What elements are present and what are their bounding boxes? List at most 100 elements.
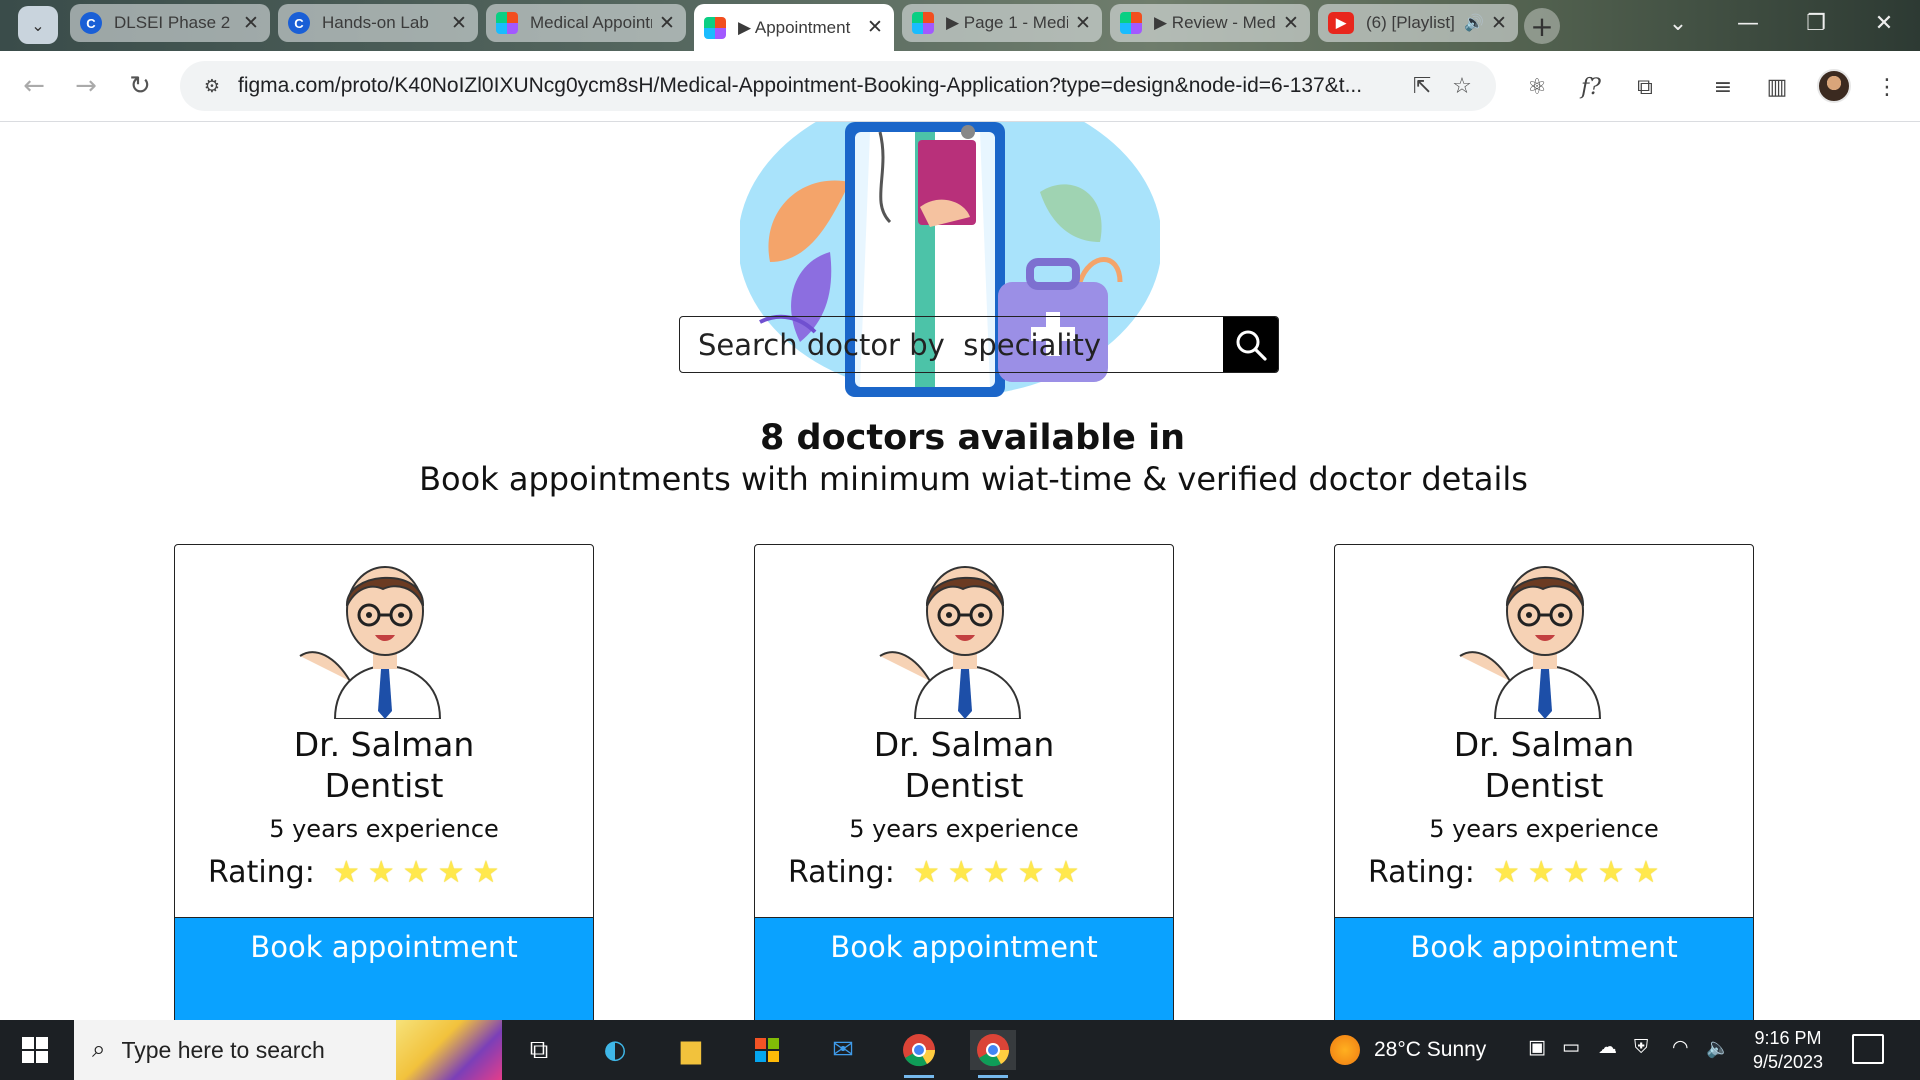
star-icon: ★ bbox=[947, 855, 975, 890]
minimize-button[interactable]: — bbox=[1728, 6, 1768, 40]
figma-icon bbox=[912, 12, 934, 34]
chrome-logo-icon bbox=[903, 1034, 936, 1067]
edge-browser-icon[interactable]: ◐ bbox=[592, 1030, 638, 1070]
react-devtools-icon[interactable]: ⚛ bbox=[1518, 69, 1556, 105]
browser-tab[interactable]: C DLSEI Phase 2 ✕ bbox=[70, 4, 270, 42]
volume-icon[interactable]: 🔈 bbox=[1706, 1036, 1730, 1059]
tab-title: ▶ Page 1 - Medical bbox=[946, 13, 1068, 32]
taskbar-search-placeholder: Type here to search bbox=[121, 1036, 325, 1063]
search-button[interactable] bbox=[1223, 317, 1278, 372]
back-button[interactable]: ← bbox=[14, 68, 54, 104]
doctors-count-heading: 8 doctors available in bbox=[760, 418, 1185, 458]
doctor-rating: Rating: ★ ★ ★ ★ ★ bbox=[1368, 855, 1659, 890]
search-icon bbox=[1236, 330, 1267, 361]
taskbar-search-box[interactable]: ⌕ Type here to search bbox=[74, 1020, 502, 1080]
browser-toolbar: ← → ↻ ⚙ figma.com/proto/K40NoIZl0IXUNcg0… bbox=[0, 51, 1920, 122]
share-icon[interactable]: ⇱ bbox=[1402, 74, 1442, 99]
search-input[interactable] bbox=[680, 317, 1223, 372]
url-text[interactable]: figma.com/proto/K40NoIZl0IXUNcg0ycm8sH/M… bbox=[238, 74, 1402, 98]
microsoft-store-icon[interactable] bbox=[744, 1030, 790, 1070]
kebab-menu-icon[interactable]: ⋮ bbox=[1868, 69, 1906, 105]
book-appointment-button[interactable]: Book appointment bbox=[1335, 917, 1753, 1020]
doctor-card: Dr. Salman Dentist 5 years experience Ra… bbox=[174, 544, 594, 1020]
book-appointment-button[interactable]: Book appointment bbox=[755, 917, 1173, 1020]
browser-tab[interactable]: C Hands-on Lab ✕ bbox=[278, 4, 478, 42]
bookmark-star-icon[interactable]: ☆ bbox=[1442, 74, 1482, 99]
chrome-icon[interactable] bbox=[970, 1030, 1016, 1078]
file-explorer-icon[interactable]: ▆ bbox=[668, 1030, 714, 1070]
font-extension-icon[interactable]: f? bbox=[1572, 69, 1610, 105]
clock-time: 9:16 PM bbox=[1754, 1028, 1822, 1048]
window-close-button[interactable]: ✕ bbox=[1864, 6, 1904, 40]
chrome-logo-icon bbox=[977, 1034, 1010, 1067]
forward-button[interactable]: → bbox=[66, 68, 106, 104]
prototype-page: 8 doctors available in Book appointments… bbox=[0, 122, 1920, 1020]
browser-tab[interactable]: ▶ Review - Medical ✕ bbox=[1110, 4, 1310, 42]
restore-button[interactable]: ❐ bbox=[1796, 6, 1836, 40]
windows-taskbar: ⌕ Type here to search ⧉ ◐ ▆ ✉ 28°C Sunny… bbox=[0, 1020, 1920, 1080]
doctor-experience: 5 years experience bbox=[849, 815, 1079, 843]
star-icon: ★ bbox=[1492, 855, 1520, 890]
notification-center-icon[interactable] bbox=[1852, 1034, 1884, 1064]
start-button[interactable] bbox=[0, 1020, 70, 1080]
figma-icon bbox=[1120, 12, 1142, 34]
doctor-search-bar bbox=[679, 316, 1279, 373]
close-icon[interactable]: ✕ bbox=[450, 12, 468, 35]
clock-date: 9/5/2023 bbox=[1752, 1052, 1824, 1072]
browser-tab[interactable]: ▶ Page 1 - Medical ✕ bbox=[902, 4, 1102, 42]
wifi-icon[interactable]: ◠ bbox=[1672, 1036, 1689, 1058]
mail-icon[interactable]: ✉ bbox=[820, 1030, 866, 1070]
doctor-experience: 5 years experience bbox=[1429, 815, 1659, 843]
tab-search-button[interactable]: ⌄ bbox=[18, 6, 58, 44]
rating-label: Rating: bbox=[208, 855, 315, 890]
close-icon[interactable]: ✕ bbox=[1074, 12, 1092, 35]
doctor-name: Dr. Salman bbox=[293, 725, 475, 764]
star-icon: ★ bbox=[1597, 855, 1625, 890]
new-tab-button[interactable]: + bbox=[1524, 8, 1560, 44]
task-view-icon[interactable]: ⧉ bbox=[516, 1030, 562, 1070]
chrome-icon[interactable] bbox=[896, 1030, 942, 1078]
browser-tab[interactable]: Medical Appointment ✕ bbox=[486, 4, 686, 42]
store-squares-icon bbox=[755, 1038, 779, 1062]
search-highlight-art bbox=[396, 1020, 502, 1080]
browser-tab[interactable]: ▶ (6) [Playlist] 🔊 ✕ bbox=[1318, 4, 1518, 42]
doctor-name: Dr. Salman bbox=[1453, 725, 1635, 764]
browser-tab-active[interactable]: ▶ Appointment ✕ bbox=[694, 4, 894, 51]
close-icon[interactable]: ✕ bbox=[866, 16, 884, 39]
profile-avatar[interactable] bbox=[1817, 69, 1851, 103]
doctor-card: Dr. Salman Dentist 5 years experience Ra… bbox=[754, 544, 1174, 1020]
address-bar[interactable]: ⚙ figma.com/proto/K40NoIZl0IXUNcg0ycm8sH… bbox=[180, 61, 1496, 111]
book-appointment-button[interactable]: Book appointment bbox=[175, 917, 593, 1020]
side-panel-icon[interactable]: ▥ bbox=[1758, 69, 1796, 105]
doctor-rating: Rating: ★ ★ ★ ★ ★ bbox=[208, 855, 499, 890]
meet-now-icon[interactable]: ▣ bbox=[1528, 1036, 1546, 1058]
plus-icon: + bbox=[1530, 9, 1554, 43]
doctor-speciality: Dentist bbox=[1484, 766, 1604, 805]
security-shield-icon[interactable]: ⛨ bbox=[1634, 1036, 1648, 1058]
star-icon: ★ bbox=[1052, 855, 1080, 890]
tab-title: DLSEI Phase 2 bbox=[114, 13, 231, 32]
site-info-icon[interactable]: ⚙ bbox=[194, 68, 230, 104]
weather-widget[interactable]: 28°C Sunny bbox=[1330, 1020, 1486, 1080]
close-icon[interactable]: ✕ bbox=[1282, 12, 1300, 35]
star-icon: ★ bbox=[367, 855, 395, 890]
rating-label: Rating: bbox=[1368, 855, 1475, 890]
doctor-avatar bbox=[299, 566, 442, 719]
star-icon: ★ bbox=[402, 855, 430, 890]
star-icon: ★ bbox=[1632, 855, 1660, 890]
close-icon[interactable]: ✕ bbox=[242, 12, 260, 35]
system-clock[interactable]: 9:16 PM 9/5/2023 bbox=[1740, 1026, 1836, 1074]
speaker-icon[interactable]: 🔊 bbox=[1464, 13, 1484, 33]
reload-button[interactable]: ↻ bbox=[120, 68, 160, 104]
c-logo-icon: C bbox=[80, 12, 102, 34]
chevron-down-icon[interactable]: ⌄ bbox=[1658, 6, 1698, 40]
star-icon: ★ bbox=[332, 855, 360, 890]
close-icon[interactable]: ✕ bbox=[658, 12, 676, 35]
battery-icon[interactable]: ▭ bbox=[1562, 1036, 1580, 1058]
extensions-puzzle-icon[interactable]: ⧉ bbox=[1626, 69, 1664, 105]
close-icon[interactable]: ✕ bbox=[1490, 12, 1508, 35]
chevron-down-icon: ⌄ bbox=[31, 15, 45, 35]
media-controls-icon[interactable]: ≡ bbox=[1704, 69, 1742, 105]
onedrive-cloud-icon[interactable]: ☁ bbox=[1598, 1036, 1617, 1058]
browser-tab-strip: ⌄ C DLSEI Phase 2 ✕ C Hands-on Lab ✕ Med… bbox=[0, 0, 1920, 51]
